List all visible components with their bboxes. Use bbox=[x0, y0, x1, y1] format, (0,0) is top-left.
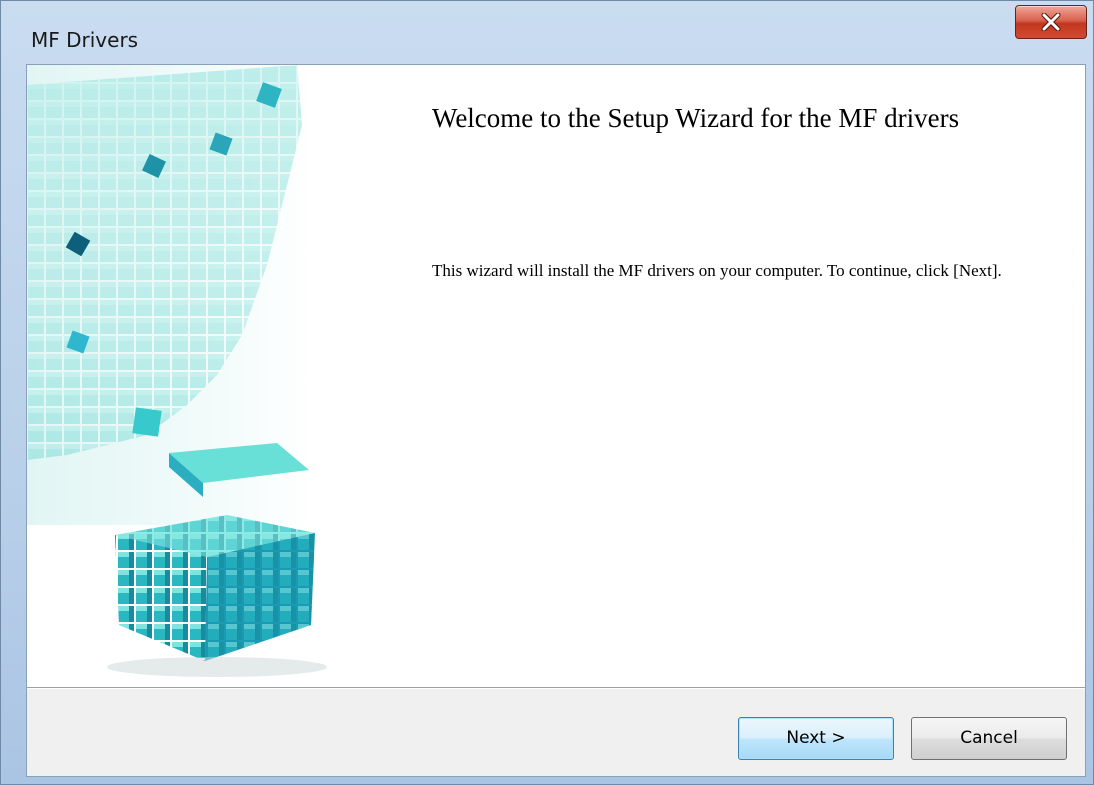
wizard-heading: Welcome to the Setup Wizard for the MF d… bbox=[432, 103, 960, 133]
divider bbox=[27, 687, 1085, 689]
wizard-body: Welcome to the Setup Wizard for the MF d… bbox=[26, 64, 1086, 777]
close-button[interactable] bbox=[1015, 5, 1087, 39]
next-button[interactable]: Next > bbox=[738, 717, 894, 760]
welcome-panel: Welcome to the Setup Wizard for the MF d… bbox=[27, 65, 1085, 687]
cubes-illustration bbox=[27, 65, 407, 687]
window-title: MF Drivers bbox=[31, 28, 139, 52]
close-icon bbox=[1041, 13, 1061, 31]
wizard-description: This wizard will install the MF drivers … bbox=[432, 261, 1002, 280]
cancel-button[interactable]: Cancel bbox=[911, 717, 1067, 760]
setup-wizard-window: MF Drivers Welcome to the Setup Wizard f… bbox=[0, 0, 1094, 785]
title-bar[interactable]: MF Drivers bbox=[1, 1, 1093, 64]
